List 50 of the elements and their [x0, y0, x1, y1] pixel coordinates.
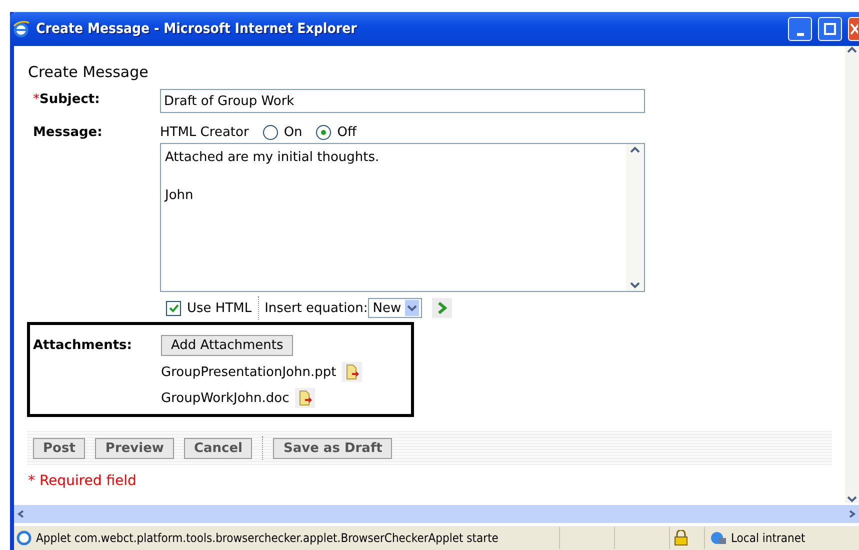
subject-field[interactable]: Draft of Group Work: [160, 89, 645, 113]
lock-icon: [674, 530, 688, 546]
attachment-file-name: GroupWorkJohn.doc: [161, 390, 290, 406]
go-arrow-button[interactable]: [432, 298, 452, 318]
action-button[interactable]: Preview: [95, 438, 174, 458]
network-icon: [709, 530, 727, 546]
use-html-label: Use HTML: [187, 300, 252, 316]
dropdown-caret-icon: [405, 300, 420, 316]
action-button[interactable]: Post: [33, 438, 86, 458]
page-icon: [16, 530, 32, 546]
maximize-icon: [824, 23, 836, 35]
window-title: Create Message - Microsoft Internet Explorer: [36, 21, 358, 37]
page-heading: Create Message: [28, 63, 150, 81]
attachment-file-icon[interactable]: [342, 362, 362, 382]
close-button[interactable]: [848, 17, 859, 41]
scroll-right-icon[interactable]: [847, 510, 857, 518]
scroll-up-icon[interactable]: [630, 146, 640, 154]
status-text: Applet com.webct.platform.tools.browserchecker.applet.BrowserCheckerApplet starte: [35, 531, 500, 545]
attachment-file-name: GroupPresentationJohn.ppt: [161, 364, 336, 380]
browser-icon: [12, 20, 30, 38]
minimize-button[interactable]: [788, 17, 812, 41]
use-html-checkbox[interactable]: [166, 300, 181, 316]
scroll-up-icon[interactable]: [847, 46, 857, 54]
scroll-down-icon[interactable]: [630, 281, 640, 289]
action-button[interactable]: Save as Draft: [273, 438, 392, 458]
horizontal-scrollbar[interactable]: [14, 503, 859, 523]
message-text: Attached are my initial thoughts. John: [163, 149, 380, 205]
arrow-right-icon: [437, 302, 448, 314]
attachment-file-icon[interactable]: [295, 388, 316, 408]
html-creator-label: HTML Creator: [160, 125, 249, 140]
zone-label: Local intranet: [731, 531, 806, 545]
vertical-scrollbar[interactable]: [845, 46, 859, 503]
close-icon: [850, 23, 858, 35]
maximize-button[interactable]: [818, 17, 842, 41]
equation-dropdown[interactable]: New: [368, 298, 422, 318]
attachments-label: Attachments:: [33, 337, 133, 355]
message-label: Message:: [32, 125, 104, 142]
subject-label: *Subject:: [32, 91, 101, 109]
action-button[interactable]: Cancel: [184, 438, 252, 458]
radio-button[interactable]: [262, 125, 278, 140]
message-field[interactable]: Attached are my initial thoughts. John: [160, 143, 645, 292]
scroll-left-icon[interactable]: [16, 510, 26, 518]
scroll-down-icon[interactable]: [847, 495, 857, 503]
required-field-note: * Required field: [28, 473, 138, 489]
insert-equation-label: Insert equation:: [264, 300, 368, 316]
radio-button[interactable]: [316, 125, 332, 140]
radio-label: On: [284, 125, 302, 140]
add-attachments-button[interactable]: Add Attachments: [161, 335, 294, 356]
radio-label: Off: [337, 125, 356, 140]
minimize-icon: [796, 32, 804, 36]
